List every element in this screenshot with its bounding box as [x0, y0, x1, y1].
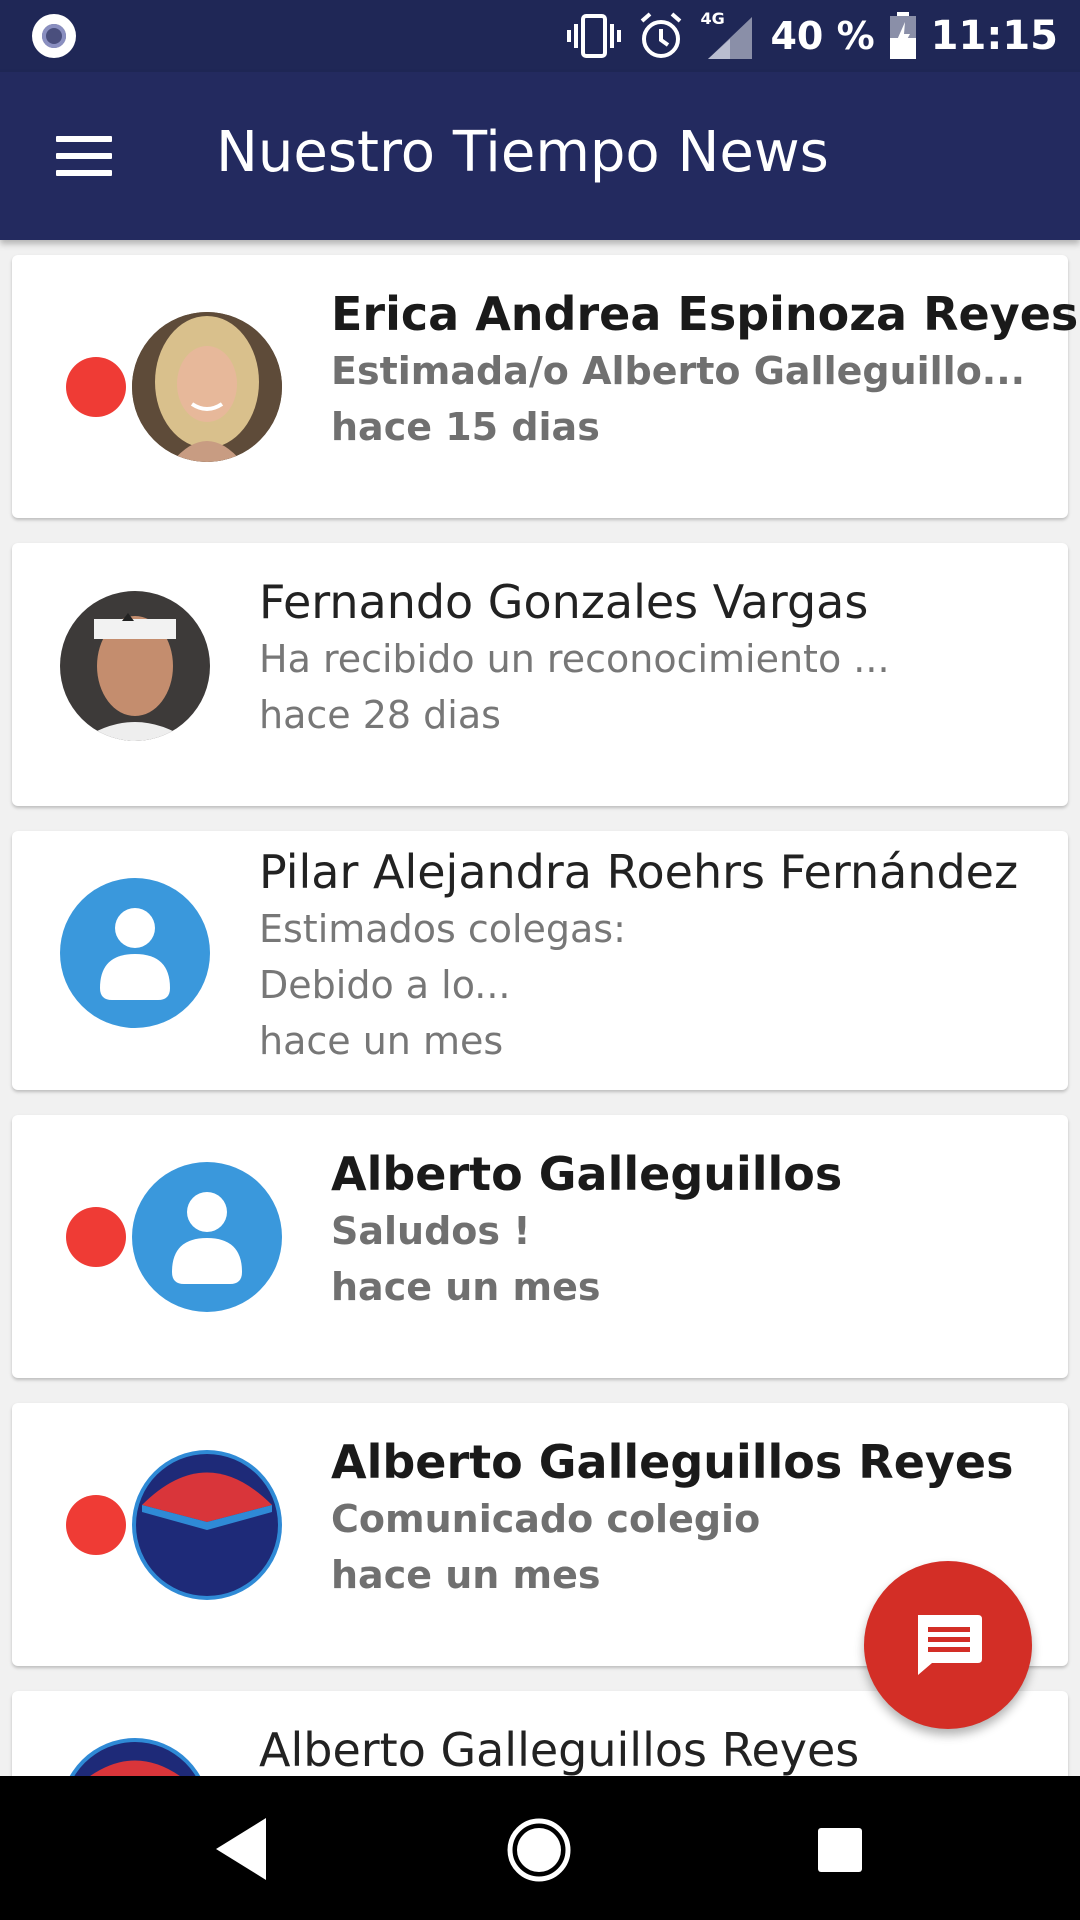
status-icons: 4G 40 % 11:15	[566, 0, 1058, 72]
home-icon[interactable]	[505, 1816, 573, 1884]
message-preview: Saludos !	[331, 1209, 531, 1253]
avatar	[60, 591, 210, 741]
default-person-icon	[132, 1162, 282, 1312]
message-card[interactable]: Pilar Alejandra Roehrs Fernández Estimad…	[12, 831, 1068, 1090]
message-time: hace un mes	[331, 1265, 601, 1309]
vibrate-icon	[567, 14, 622, 58]
sender-name: Alberto Galleguillos Reyes	[331, 1435, 1014, 1489]
sender-name: Alberto Galleguillos	[331, 1147, 843, 1201]
app-bar: Nuestro Tiempo News	[0, 72, 1080, 240]
navigation-bar	[0, 1776, 1080, 1920]
school-logo	[132, 1450, 282, 1600]
battery-icon	[889, 12, 916, 59]
message-list[interactable]: Erica Andrea Espinoza Reyes Estimada/o A…	[0, 240, 1080, 1776]
unread-indicator	[66, 357, 126, 417]
message-time: hace 28 dias	[259, 693, 501, 737]
sender-name: Fernando Gonzales Vargas	[259, 575, 869, 629]
signal-icon: 4G	[700, 9, 756, 61]
notification-icon	[32, 14, 76, 58]
battery-percent: 40 %	[770, 14, 875, 58]
alarm-icon	[641, 12, 682, 58]
sender-name: Erica Andrea Espinoza Reyes	[331, 287, 1079, 341]
message-card[interactable]: Fernando Gonzales Vargas Ha recibido un …	[12, 543, 1068, 806]
compose-message-button[interactable]	[864, 1561, 1032, 1729]
menu-icon[interactable]	[56, 136, 112, 176]
message-preview-line2: Debido a lo...	[259, 963, 511, 1007]
message-preview: Ha recibido un reconocimiento ...	[259, 637, 890, 681]
message-preview: Estimados colegas:	[259, 907, 626, 951]
app-title: Nuestro Tiempo News	[216, 120, 829, 185]
status-bar: 4G 40 % 11:15	[0, 0, 1080, 72]
school-logo	[60, 1738, 210, 1776]
message-time: hace un mes	[259, 1019, 504, 1063]
unread-indicator	[66, 1495, 126, 1555]
unread-indicator	[66, 1207, 126, 1267]
recents-icon[interactable]	[818, 1828, 862, 1872]
message-card[interactable]: Alberto Galleguillos Saludos ! hace un m…	[12, 1115, 1068, 1378]
sender-name: Pilar Alejandra Roehrs Fernández	[259, 845, 1019, 899]
default-person-icon	[60, 878, 210, 1028]
avatar	[132, 312, 282, 462]
message-preview: Comunicado colegio	[331, 1497, 761, 1541]
message-time: hace 15 dias	[331, 405, 600, 449]
sender-name: Alberto Galleguillos Reyes	[259, 1723, 860, 1776]
clock: 11:15	[930, 13, 1058, 59]
message-icon	[918, 1615, 982, 1675]
back-icon[interactable]	[212, 1816, 272, 1882]
message-card[interactable]: Erica Andrea Espinoza Reyes Estimada/o A…	[12, 255, 1079, 518]
message-preview: Estimada/o Alberto Galleguillo...	[331, 349, 1026, 393]
